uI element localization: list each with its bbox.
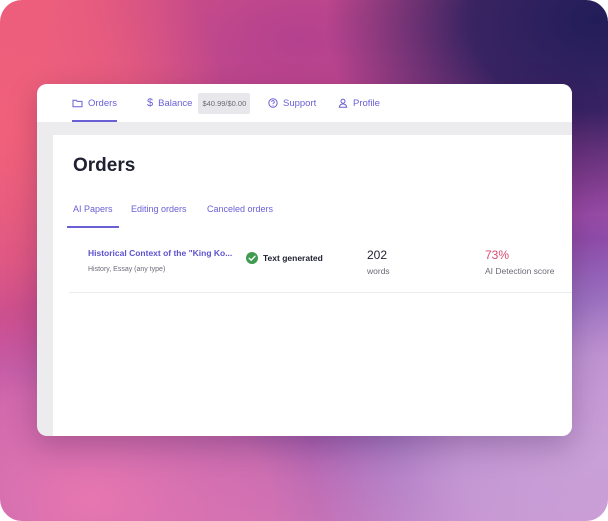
tab-editing-orders[interactable]: Editing orders bbox=[125, 204, 193, 228]
nav-orders[interactable]: Orders bbox=[72, 84, 118, 122]
page-title: Orders bbox=[73, 155, 136, 176]
balance-amount: $40.99/$0.00 bbox=[198, 92, 251, 114]
word-count: 202 bbox=[367, 248, 388, 262]
order-status: Text generated bbox=[246, 252, 323, 264]
tab-ai-papers[interactable]: AI Papers bbox=[67, 204, 119, 228]
nav-support[interactable]: Support bbox=[268, 84, 316, 122]
orders-panel: Orders AI Papers Editing orders Canceled… bbox=[53, 135, 572, 436]
order-title-link[interactable]: Historical Context of the "King Ko... bbox=[88, 248, 232, 258]
ai-detection-label: AI Detection score bbox=[485, 266, 555, 276]
dollar-icon: $ bbox=[147, 97, 154, 109]
folder-icon bbox=[72, 98, 83, 108]
tab-canceled-orders[interactable]: Canceled orders bbox=[201, 204, 279, 228]
nav-support-label: Support bbox=[283, 97, 317, 109]
ai-detection-score: 73% bbox=[485, 248, 510, 262]
help-circle-icon bbox=[268, 98, 278, 108]
nav-orders-label: Orders bbox=[88, 97, 118, 109]
order-row[interactable]: Historical Context of the "King Ko... Hi… bbox=[69, 228, 572, 293]
user-icon bbox=[338, 98, 348, 108]
app-window: Orders $ Balance $40.99/$0.00 Support Pr… bbox=[37, 84, 572, 436]
check-circle-icon bbox=[246, 252, 258, 264]
status-label: Text generated bbox=[263, 253, 323, 263]
nav-balance[interactable]: $ Balance $40.99/$0.00 bbox=[147, 84, 251, 122]
word-count-label: words bbox=[367, 266, 390, 276]
nav-balance-label: Balance bbox=[158, 97, 193, 109]
nav-profile-label: Profile bbox=[353, 97, 380, 109]
top-navigation: Orders $ Balance $40.99/$0.00 Support Pr… bbox=[37, 84, 572, 122]
order-subject: History, Essay (any type) bbox=[88, 266, 166, 273]
nav-profile[interactable]: Profile bbox=[338, 84, 380, 122]
